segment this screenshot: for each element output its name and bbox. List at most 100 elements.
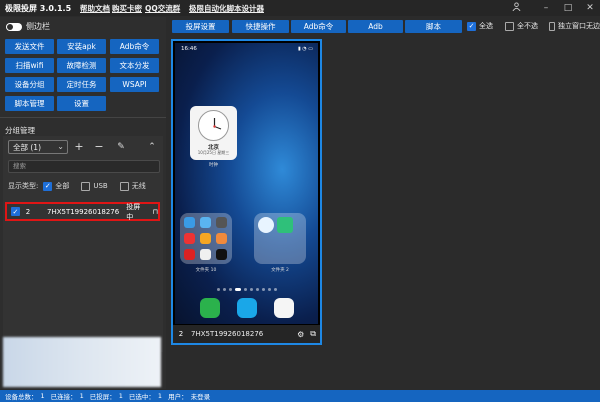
text-distribute-button[interactable]: 文本分发	[110, 58, 159, 73]
app-icon	[258, 217, 274, 233]
edit-group-icon[interactable]: ✎	[115, 141, 127, 153]
chevron-up-icon[interactable]: ⌃	[146, 141, 158, 153]
quick-actions-button[interactable]: 快捷操作	[232, 20, 289, 33]
chevron-down-icon: ⌄	[57, 142, 64, 151]
group-select[interactable]: 全部 (1) ⌄	[8, 140, 68, 154]
phone-dial-icon[interactable]	[200, 298, 220, 318]
remove-group-icon[interactable]: −	[93, 141, 105, 153]
external-window-icon[interactable]: ⧉	[310, 329, 316, 339]
status-total-value: 1	[40, 392, 45, 400]
filter-all-checkbox[interactable]: ✓	[43, 181, 53, 191]
divider	[0, 117, 166, 118]
add-group-icon[interactable]: +	[73, 141, 85, 153]
app-icon	[277, 217, 293, 233]
clock-widget-label: 时钟	[209, 163, 218, 168]
status-user-label: 用户：	[168, 393, 188, 401]
status-bar: 设备总数： 1 已连接： 1 已投屏： 1 已选中： 1 用户： 未登录	[0, 390, 600, 402]
phone-info-bar: 2 7HX5T19926018276 ⚙ ⧉	[173, 325, 320, 343]
messages-icon[interactable]	[237, 298, 257, 318]
group-select-value: 全部 (1)	[13, 142, 42, 152]
group-heading: 分组管理	[5, 126, 35, 135]
install-apk-button[interactable]: 安装apk	[57, 39, 106, 54]
device-id: 7HX5T19926018276	[46, 207, 120, 216]
select-none-checkbox[interactable]	[505, 21, 514, 31]
left-panel: 侧边栏 发送文件 安装apk Adb命令 扫描wifi 故障检测 文本分发 设备…	[0, 17, 166, 389]
cast-settings-button[interactable]: 投屏设置	[172, 20, 229, 33]
browser-icon[interactable]	[274, 298, 294, 318]
wsapi-button[interactable]: WSAPI	[110, 77, 159, 92]
adb-toolbar-button[interactable]: Adb	[348, 20, 403, 33]
app-icon	[200, 217, 211, 228]
user-icon[interactable]	[510, 2, 522, 14]
minimize-icon[interactable]: –	[540, 2, 552, 14]
status-connected-label: 已连接：	[50, 393, 77, 401]
app-title: 极限投屏 3.0.1.5	[5, 4, 72, 13]
close-icon[interactable]: ✕	[584, 2, 596, 14]
script-manage-button[interactable]: 脚本管理	[5, 96, 54, 111]
status-user-value: 未登录	[190, 393, 211, 401]
folder-2-label: 文件夹 2	[271, 268, 289, 273]
device-search-input[interactable]: 搜索	[8, 160, 160, 173]
adb-command-toolbar-button[interactable]: Adb命令	[291, 20, 346, 33]
clock-face-icon	[198, 110, 229, 141]
sidebar-toggle[interactable]: 侧边栏	[6, 21, 50, 32]
send-file-button[interactable]: 发送文件	[5, 39, 54, 54]
group-panel: 全部 (1) ⌄ + − ✎ ⌃ 搜索 显示类型: ✓ 全部 USB 无线 ✓ …	[3, 136, 163, 352]
menu-buy-key[interactable]: 购买卡密	[112, 3, 142, 14]
settings-button[interactable]: 设置	[57, 96, 106, 111]
phone-device-id: 7HX5T19926018276	[191, 330, 264, 338]
app-folder-1[interactable]	[180, 213, 232, 264]
app-window: 极限投屏 3.0.1.5 帮助文档 购买卡密 QQ交流群 极限自动化脚本设计器 …	[0, 0, 600, 402]
status-casting-value: 1	[118, 392, 123, 400]
page-indicator	[217, 288, 277, 291]
device-checkbox[interactable]: ✓	[11, 207, 20, 216]
display-type-label: 显示类型:	[8, 182, 39, 190]
phone-mirror-frame[interactable]: 16:46 ▮ ◔ ▭ 北京 10月25日 星期三 时钟 文件夹 10 文件夹 …	[171, 39, 322, 345]
select-none-option[interactable]: 全不选	[505, 21, 538, 31]
app-icon	[184, 217, 195, 228]
scheduled-task-button[interactable]: 定时任务	[57, 77, 106, 92]
app-folder-2[interactable]	[254, 213, 306, 264]
adb-command-button[interactable]: Adb命令	[110, 39, 159, 54]
filter-all-label: 全部	[55, 182, 70, 190]
select-all-checkbox[interactable]: ✓	[467, 21, 476, 31]
device-list-item[interactable]: ✓ 2 7HX5T19926018276 投屏中 ⊓	[5, 202, 160, 221]
phone-time: 16:46	[181, 46, 197, 52]
fault-detect-button[interactable]: 故障检测	[57, 58, 106, 73]
device-group-button[interactable]: 设备分组	[5, 77, 54, 92]
camera-icon	[216, 217, 227, 228]
status-selected-value: 1	[157, 392, 163, 400]
filter-usb-label: USB	[93, 182, 108, 190]
sidebar-toggle-label: 侧边栏	[26, 22, 50, 31]
title-bar: 极限投屏 3.0.1.5 帮助文档 购买卡密 QQ交流群 极限自动化脚本设计器 …	[0, 0, 600, 16]
settings-icon[interactable]: ⚙	[297, 330, 304, 339]
select-all-option[interactable]: ✓ 全选	[467, 21, 493, 31]
app-icon	[184, 249, 195, 260]
status-selected-label: 已选中：	[128, 393, 155, 401]
filter-usb-checkbox[interactable]	[81, 181, 91, 191]
tiktok-icon	[216, 249, 227, 260]
device-status: 投屏中	[126, 202, 141, 221]
folder-1-label: 文件夹 10	[195, 268, 217, 273]
menu-script-designer[interactable]: 极限自动化脚本设计器	[189, 3, 264, 14]
clock-widget[interactable]: 北京 10月25日 星期三	[190, 106, 237, 160]
status-total-label: 设备总数：	[5, 393, 38, 401]
scan-wifi-button[interactable]: 扫描wifi	[5, 58, 54, 73]
app-icon	[216, 233, 227, 244]
lock-icon[interactable]: ⊓	[153, 208, 158, 216]
maximize-icon[interactable]: □	[562, 2, 574, 14]
independent-window-option[interactable]: 独立窗口无边	[549, 21, 600, 31]
filter-wireless-checkbox[interactable]	[119, 181, 129, 191]
script-toolbar-button[interactable]: 脚本	[405, 20, 462, 33]
menu-qq-group[interactable]: QQ交流群	[145, 3, 180, 14]
app-icon	[184, 233, 195, 244]
menu-help[interactable]: 帮助文档	[80, 3, 110, 14]
toggle-switch[interactable]	[6, 22, 22, 31]
independent-window-label: 独立窗口无边	[558, 22, 600, 30]
independent-window-checkbox[interactable]	[549, 21, 555, 31]
phone-screen[interactable]: 16:46 ▮ ◔ ▭ 北京 10月25日 星期三 时钟 文件夹 10 文件夹 …	[175, 43, 318, 324]
display-type-filter: 显示类型: ✓ 全部 USB 无线	[8, 181, 146, 191]
phone-index: 2	[178, 330, 184, 338]
phone-status-icons: ▮ ◔ ▭	[297, 46, 313, 52]
app-icon	[200, 233, 211, 244]
